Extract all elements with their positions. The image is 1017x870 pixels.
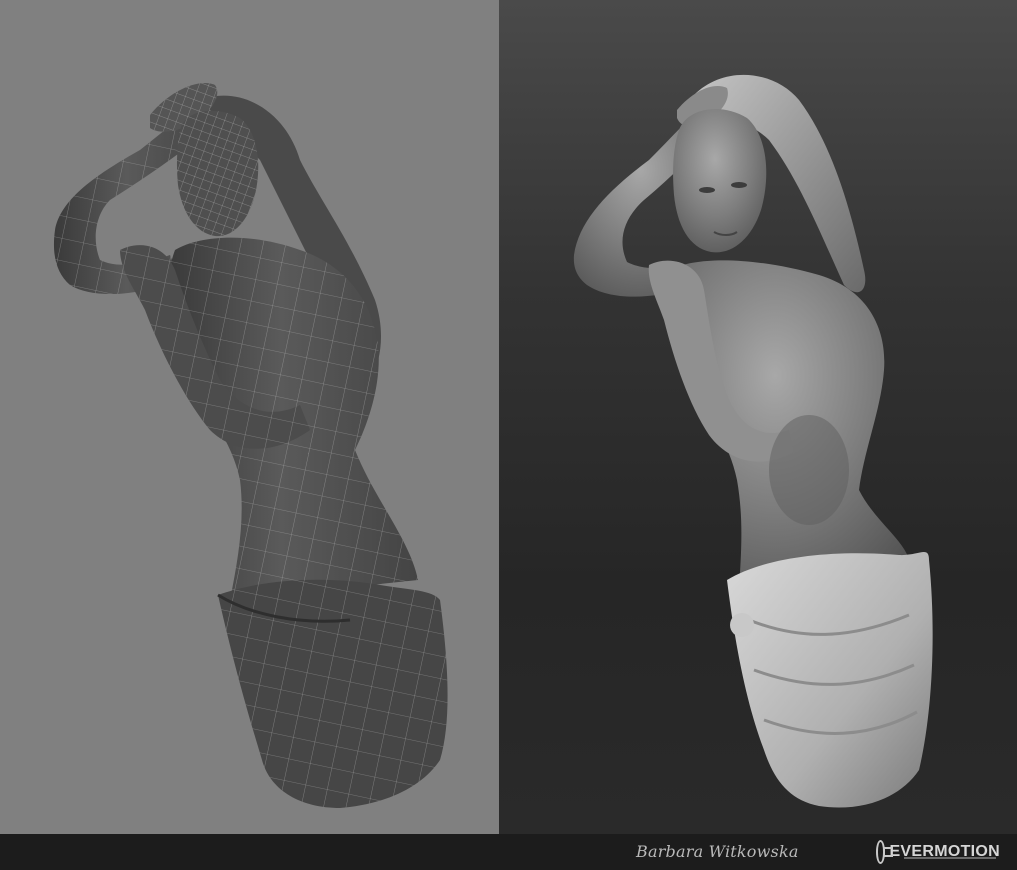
brand-tagline-line	[904, 857, 996, 859]
author-credit: Barbara Witkowska	[636, 842, 799, 861]
footer-bar	[0, 834, 1017, 870]
evermotion-logo-icon	[876, 840, 894, 864]
sculpt-viewport	[499, 0, 1017, 834]
wireframe-viewport	[0, 0, 499, 834]
sculpt-render	[573, 74, 933, 808]
brand-logo: EVERMOTION	[876, 838, 1000, 866]
wireframe-model	[53, 83, 448, 808]
